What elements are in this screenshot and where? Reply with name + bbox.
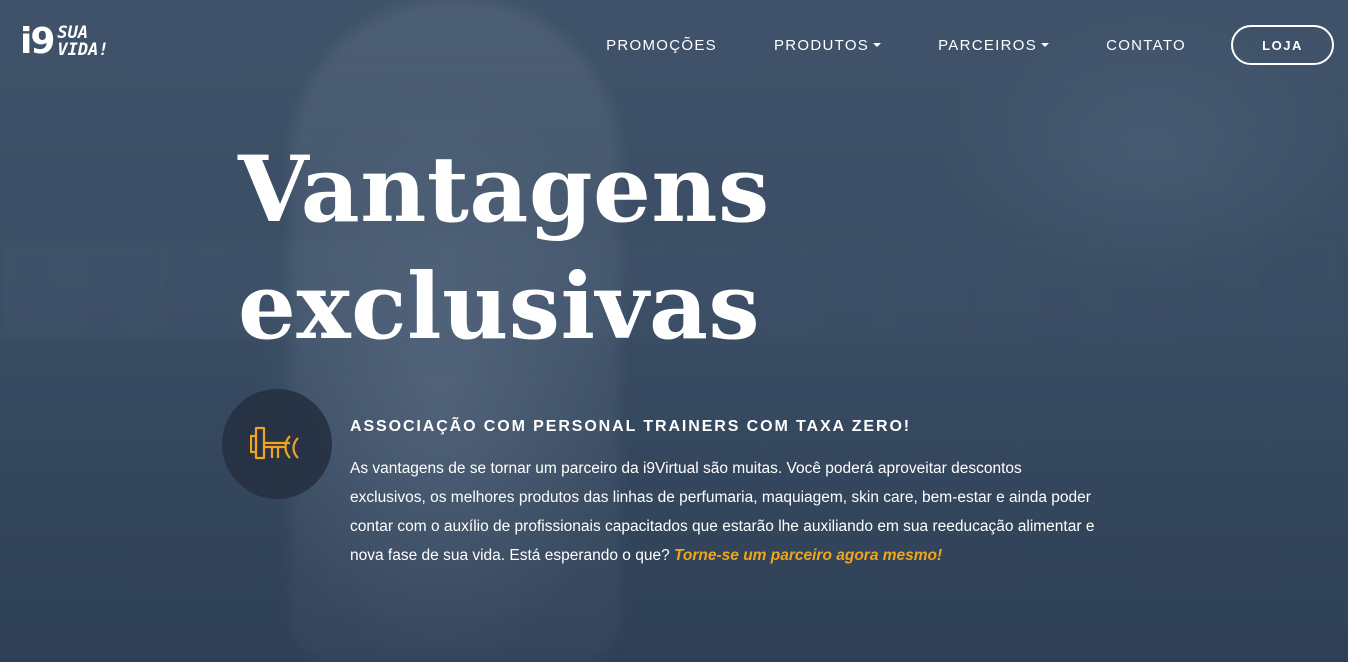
site-logo[interactable]: i9 SUA VIDA! (20, 24, 109, 60)
nav-item-label: CONTATO (1106, 36, 1186, 54)
logo-main-text: i9 (20, 21, 55, 62)
caret-down-icon (873, 43, 882, 47)
nav-item-label: PRODUTOS (773, 36, 870, 54)
hero-title-line2: exclusivas (238, 254, 761, 360)
nav-item-parceiros[interactable]: PARCEIROS (938, 25, 1050, 65)
nav-item-produtos[interactable]: PRODUTOS (773, 25, 882, 65)
logo-tagline-line2: VIDA! (57, 40, 109, 60)
nav-item-label: PROMOÇÕES (606, 36, 717, 54)
feature-icon-circle (222, 389, 332, 499)
dumbbell-icon (250, 426, 299, 460)
hero-title-line1: Vantagens (238, 137, 770, 243)
feature-description: As vantagens de se tornar um parceiro da… (350, 454, 1095, 570)
nav-item-promocoes[interactable]: PROMOÇÕES (606, 25, 717, 65)
caret-down-icon (1041, 43, 1050, 47)
become-partner-link[interactable]: Torne-se um parceiro agora mesmo! (674, 547, 942, 564)
main-nav: PROMOÇÕES PRODUTOS PARCEIROS CONTATO LOJ… (549, 25, 1334, 65)
nav-item-label: PARCEIROS (938, 36, 1038, 54)
hero-title: Vantagens exclusivas (238, 132, 770, 366)
feature-title: ASSOCIAÇÃO COM PERSONAL TRAINERS COM TAX… (350, 418, 912, 435)
nav-item-contato[interactable]: CONTATO (1106, 25, 1186, 65)
loja-button[interactable]: LOJA (1231, 25, 1334, 65)
logo-tagline: SUA VIDA! (57, 25, 108, 59)
